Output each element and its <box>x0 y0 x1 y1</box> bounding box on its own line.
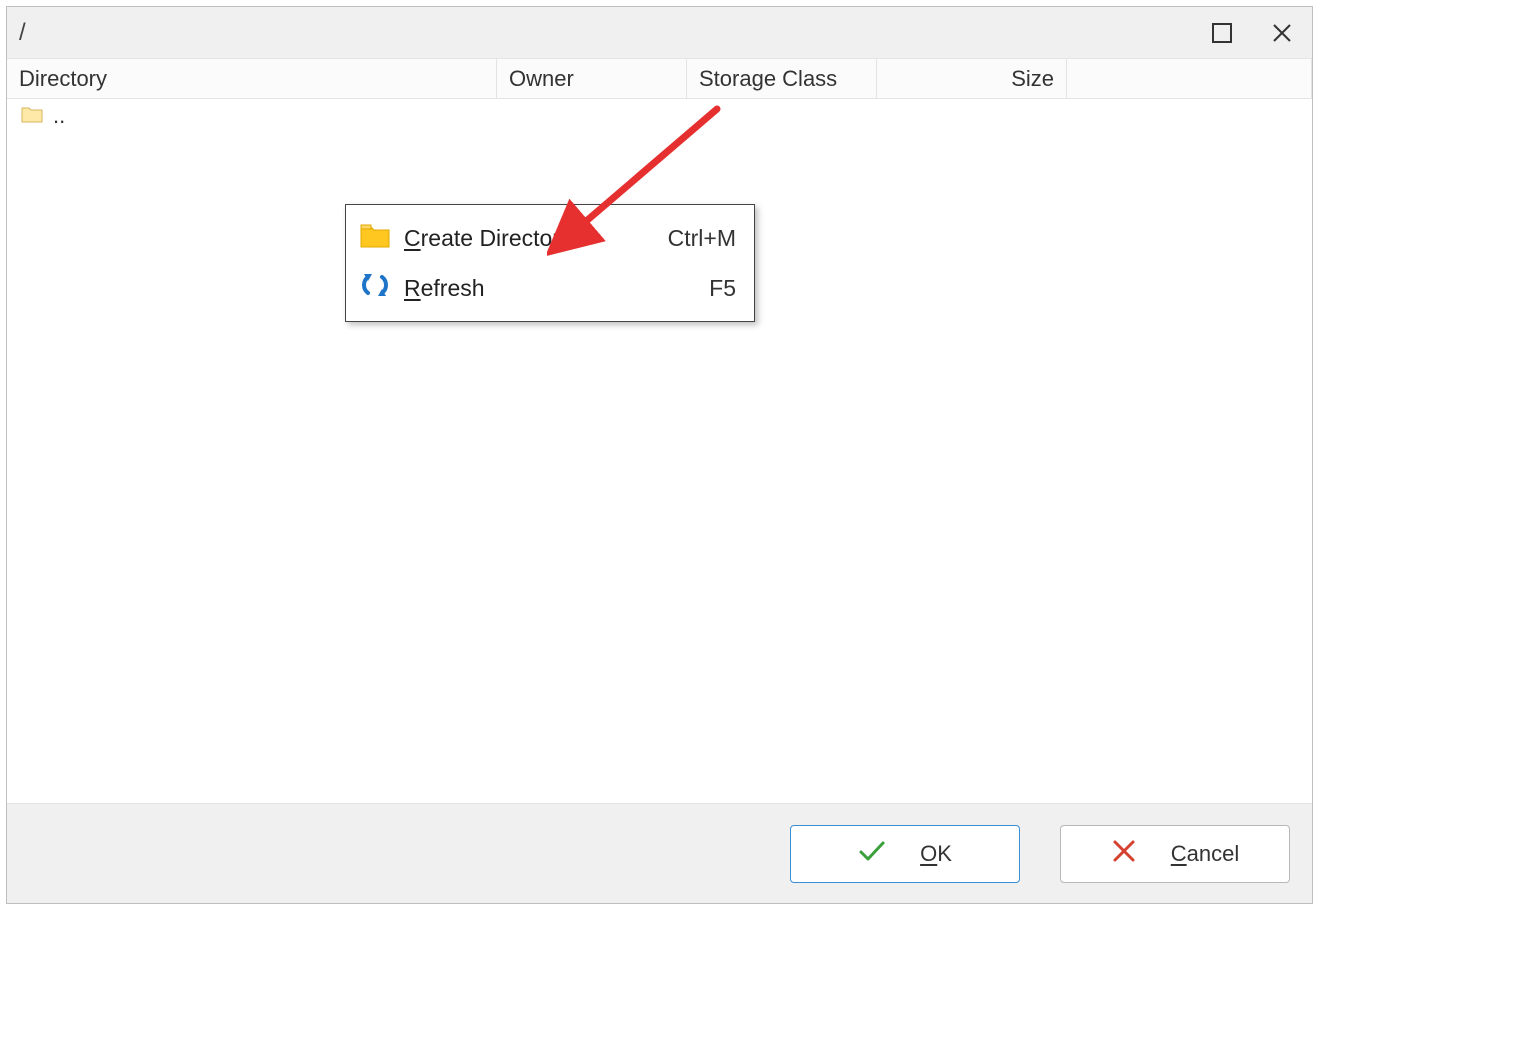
titlebar: / <box>7 7 1312 59</box>
menu-item-label: Refresh <box>404 275 655 302</box>
check-icon <box>858 839 886 869</box>
column-directory[interactable]: Directory <box>7 59 497 98</box>
context-menu: Create Directory Ctrl+M Refresh F5 <box>345 204 755 322</box>
menu-item-refresh[interactable]: Refresh F5 <box>346 263 754 313</box>
menu-item-label: Create Directory <box>404 225 614 252</box>
maximize-button[interactable] <box>1192 7 1252 59</box>
ok-button-label: OK <box>920 841 952 867</box>
file-list[interactable]: .. Create Directory Ctrl+M <box>7 99 1312 803</box>
column-owner-label: Owner <box>509 66 574 92</box>
menu-item-shortcut: Ctrl+M <box>668 225 736 252</box>
close-button[interactable] <box>1252 7 1312 59</box>
column-storage-class[interactable]: Storage Class <box>687 59 877 98</box>
folder-icon <box>360 222 390 254</box>
folder-icon <box>21 103 43 129</box>
ok-button[interactable]: OK <box>790 825 1020 883</box>
cancel-button-label: Cancel <box>1171 841 1239 867</box>
refresh-icon <box>360 271 390 305</box>
maximize-icon <box>1212 23 1232 43</box>
column-headers: Directory Owner Storage Class Size <box>7 59 1312 99</box>
list-item[interactable]: .. <box>7 99 1312 133</box>
close-icon <box>1271 22 1293 44</box>
dialog-footer: OK Cancel <box>7 803 1312 903</box>
list-item-name: .. <box>53 103 65 129</box>
cancel-button[interactable]: Cancel <box>1060 825 1290 883</box>
column-storage-class-label: Storage Class <box>699 66 837 92</box>
cross-icon <box>1111 838 1137 870</box>
dialog-window: / Directory Owner Storage Class Size <box>6 6 1313 904</box>
column-spacer <box>1067 59 1312 98</box>
column-owner[interactable]: Owner <box>497 59 687 98</box>
window-title: / <box>19 19 1192 47</box>
column-size[interactable]: Size <box>877 59 1067 98</box>
column-directory-label: Directory <box>19 66 107 92</box>
column-size-label: Size <box>1011 66 1054 92</box>
menu-item-shortcut: F5 <box>709 275 736 302</box>
menu-item-create-directory[interactable]: Create Directory Ctrl+M <box>346 213 754 263</box>
